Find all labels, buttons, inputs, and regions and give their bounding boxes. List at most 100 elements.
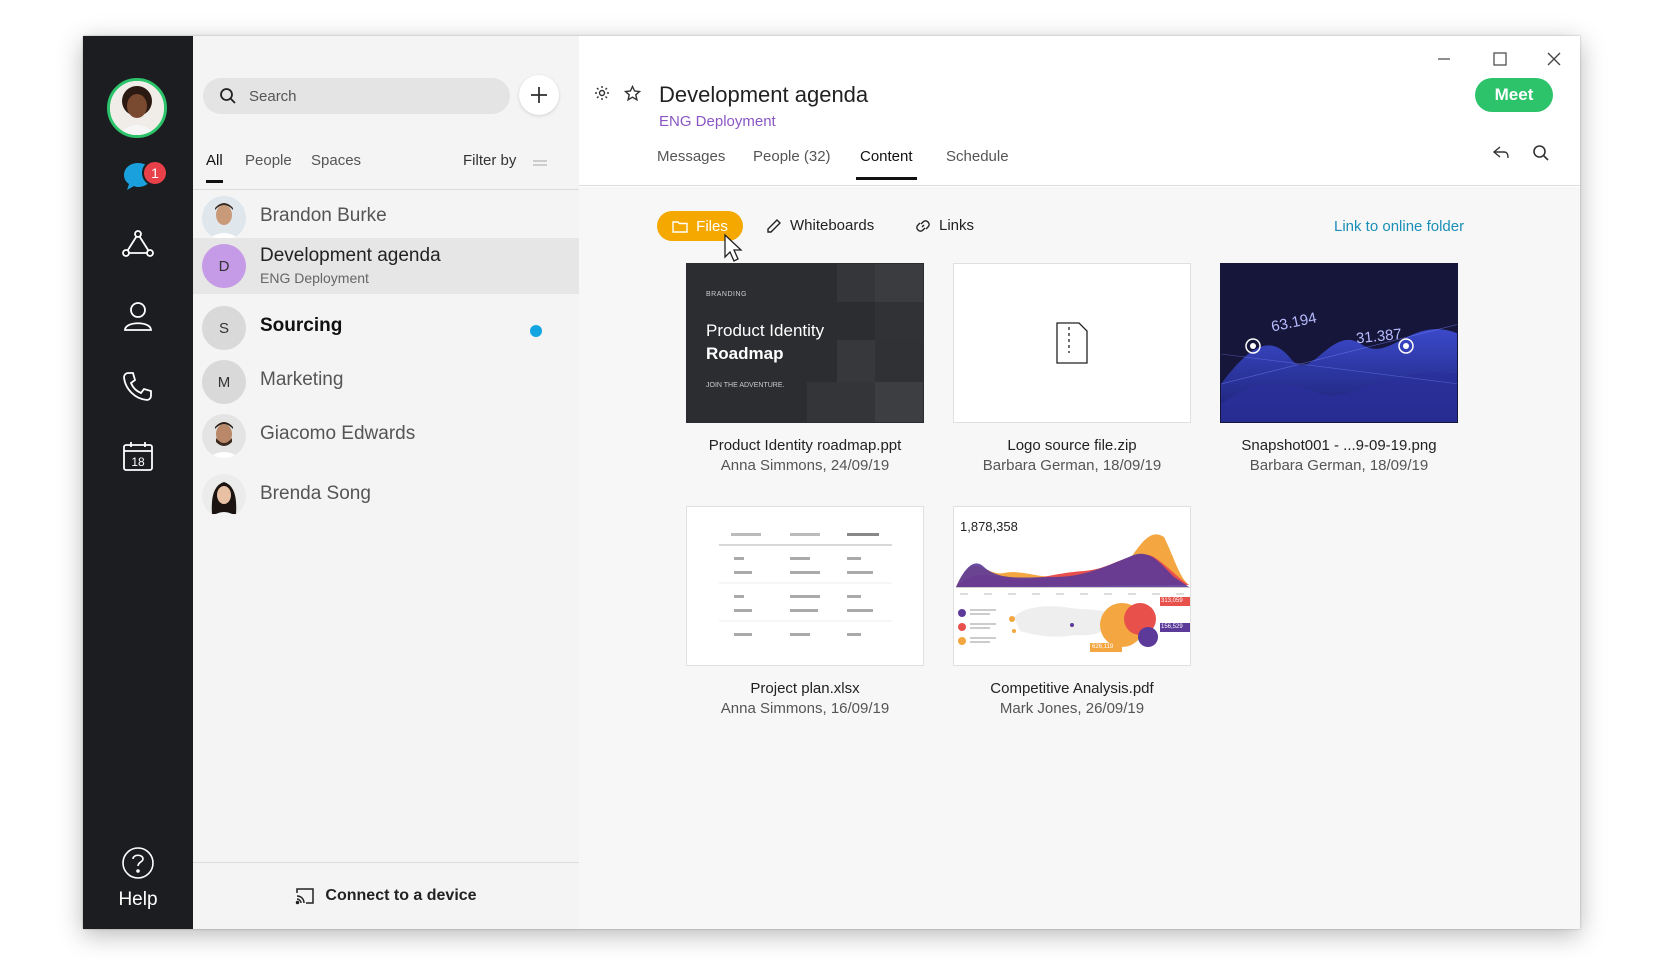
avatar: M bbox=[202, 360, 246, 404]
unread-dot bbox=[530, 325, 542, 337]
avatar: D bbox=[202, 244, 246, 288]
gear-icon[interactable] bbox=[594, 85, 610, 107]
conversation-list-panel: Search All People Spaces Filter by Brand… bbox=[193, 36, 579, 929]
file-card[interactable]: BRANDING Product Identity Roadmap JOIN T… bbox=[686, 263, 924, 474]
list-item-subtitle: ENG Deployment bbox=[260, 270, 369, 286]
list-item[interactable]: S Sourcing bbox=[193, 300, 579, 356]
file-thumbnail[interactable] bbox=[686, 506, 924, 666]
page-title: Development agenda bbox=[659, 82, 869, 107]
minimize-icon[interactable] bbox=[1429, 44, 1459, 74]
space-main-panel: Development agenda ENG Deployment Meet M… bbox=[579, 36, 1580, 929]
list-item[interactable]: M Marketing bbox=[193, 354, 579, 410]
search-placeholder: Search bbox=[249, 87, 297, 105]
slide-title-line1: Product Identity bbox=[706, 321, 825, 340]
search-icon[interactable] bbox=[1532, 144, 1550, 167]
maximize-icon[interactable] bbox=[1485, 44, 1515, 74]
avatar bbox=[202, 196, 246, 240]
help-button[interactable]: Help bbox=[83, 846, 193, 911]
user-avatar[interactable] bbox=[107, 78, 167, 138]
close-icon[interactable] bbox=[1539, 44, 1569, 74]
chart-figure: 1,878,358 bbox=[960, 519, 1018, 534]
meet-button[interactable]: Meet bbox=[1475, 78, 1553, 112]
tab-people[interactable]: People bbox=[245, 152, 292, 169]
title-icons bbox=[594, 84, 642, 107]
chart-tag: 156,529 bbox=[1161, 624, 1183, 630]
connect-device-label: Connect to a device bbox=[325, 887, 477, 904]
cast-icon bbox=[296, 888, 315, 905]
list-tabs: All People Spaces Filter by bbox=[193, 152, 579, 190]
file-thumbnail[interactable] bbox=[953, 263, 1191, 423]
list-item-name: Brandon Burke bbox=[260, 205, 387, 226]
file-name: Project plan.xlsx bbox=[750, 680, 860, 697]
space-tabs: Messages People (32) Content Schedule bbox=[579, 145, 1580, 186]
list-item-name: Giacomo Edwards bbox=[260, 423, 416, 444]
teams-icon[interactable] bbox=[114, 222, 162, 270]
file-meta: Anna Simmons, 24/09/19 bbox=[720, 457, 890, 474]
contacts-icon[interactable] bbox=[114, 292, 162, 340]
slide-kicker: BRANDING bbox=[706, 291, 747, 298]
file-meta: Anna Simmons, 16/09/19 bbox=[720, 700, 890, 717]
link-icon bbox=[916, 219, 930, 232]
list-item-name: Brenda Song bbox=[260, 483, 371, 504]
file-thumbnail[interactable]: BRANDING Product Identity Roadmap JOIN T… bbox=[686, 263, 924, 423]
tab-schedule[interactable]: Schedule bbox=[946, 148, 1009, 165]
search-input[interactable]: Search bbox=[203, 78, 510, 114]
avatar: S bbox=[202, 306, 246, 350]
whiteboards-filter-button[interactable]: Whiteboards bbox=[766, 217, 874, 234]
list-item-name: Development agenda bbox=[260, 245, 441, 266]
help-label: Help bbox=[118, 889, 158, 910]
file-card[interactable]: 1,878,358 313,059 156,529 626,119 Compet… bbox=[953, 506, 1191, 717]
chart-tag: 626,119 bbox=[1092, 644, 1114, 650]
zip-file-icon bbox=[1056, 322, 1088, 364]
file-name: Logo source file.zip bbox=[1007, 437, 1137, 454]
filter-icon[interactable] bbox=[533, 160, 547, 162]
filter-by-button[interactable]: Filter by bbox=[463, 152, 516, 169]
file-name: Product Identity roadmap.ppt bbox=[708, 437, 902, 454]
file-meta: Barbara German, 18/09/19 bbox=[1249, 457, 1429, 474]
tab-content[interactable]: Content bbox=[856, 148, 917, 180]
search-icon bbox=[220, 88, 236, 104]
star-icon[interactable] bbox=[623, 84, 642, 107]
file-name: Snapshot001 - ...9-09-19.png bbox=[1241, 437, 1437, 454]
tab-people[interactable]: People (32) bbox=[753, 148, 831, 165]
file-card[interactable]: Project plan.xlsx Anna Simmons, 16/09/19 bbox=[686, 506, 924, 717]
file-thumbnail[interactable]: 63.194 31.387 bbox=[1220, 263, 1458, 423]
connect-device-button[interactable]: Connect to a device bbox=[193, 862, 579, 929]
list-item-name: Marketing bbox=[260, 369, 344, 390]
file-card[interactable]: 63.194 31.387 Snapshot001 - ...9-09-19.p… bbox=[1220, 263, 1458, 474]
unread-badge: 1 bbox=[142, 160, 168, 186]
links-filter-label: Links bbox=[939, 217, 975, 234]
avatar bbox=[202, 414, 246, 458]
share-icon[interactable] bbox=[1492, 144, 1510, 167]
file-name: Competitive Analysis.pdf bbox=[990, 680, 1154, 697]
pencil-icon bbox=[767, 218, 781, 233]
tab-spaces[interactable]: Spaces bbox=[311, 152, 361, 169]
list-item[interactable]: Giacomo Edwards bbox=[193, 408, 579, 464]
list-item[interactable]: Brenda Song bbox=[193, 468, 579, 524]
file-meta: Barbara German, 18/09/19 bbox=[982, 457, 1162, 474]
tab-tools bbox=[1492, 144, 1550, 167]
files-filter-label: Files bbox=[696, 217, 728, 235]
folder-icon bbox=[672, 220, 688, 233]
slide-tagline: JOIN THE ADVENTURE. bbox=[706, 382, 785, 389]
slide-title-line2: Roadmap bbox=[706, 344, 784, 363]
list-item-name: Sourcing bbox=[260, 315, 343, 336]
calls-icon[interactable] bbox=[114, 362, 162, 410]
add-button[interactable] bbox=[519, 75, 559, 115]
avatar-initial: S bbox=[218, 319, 229, 337]
calendar-day: 18 bbox=[131, 455, 145, 469]
calendar-icon[interactable]: 18 bbox=[114, 432, 162, 480]
avatar-initial: M bbox=[217, 373, 231, 391]
plus-icon bbox=[531, 87, 547, 103]
chart-tag: 313,059 bbox=[1161, 598, 1183, 604]
space-team-link[interactable]: ENG Deployment bbox=[659, 113, 776, 130]
file-meta: Mark Jones, 26/09/19 bbox=[999, 700, 1145, 717]
link-online-folder[interactable]: Link to online folder bbox=[1334, 218, 1464, 235]
file-card[interactable]: Logo source file.zip Barbara German, 18/… bbox=[953, 263, 1191, 474]
list-item[interactable]: D Development agenda ENG Deployment bbox=[193, 238, 579, 294]
avatar bbox=[202, 474, 246, 518]
tab-all[interactable]: All bbox=[206, 152, 223, 183]
file-thumbnail[interactable]: 1,878,358 313,059 156,529 626,119 bbox=[953, 506, 1191, 666]
tab-messages[interactable]: Messages bbox=[657, 148, 725, 165]
links-filter-button[interactable]: Links bbox=[915, 217, 974, 234]
